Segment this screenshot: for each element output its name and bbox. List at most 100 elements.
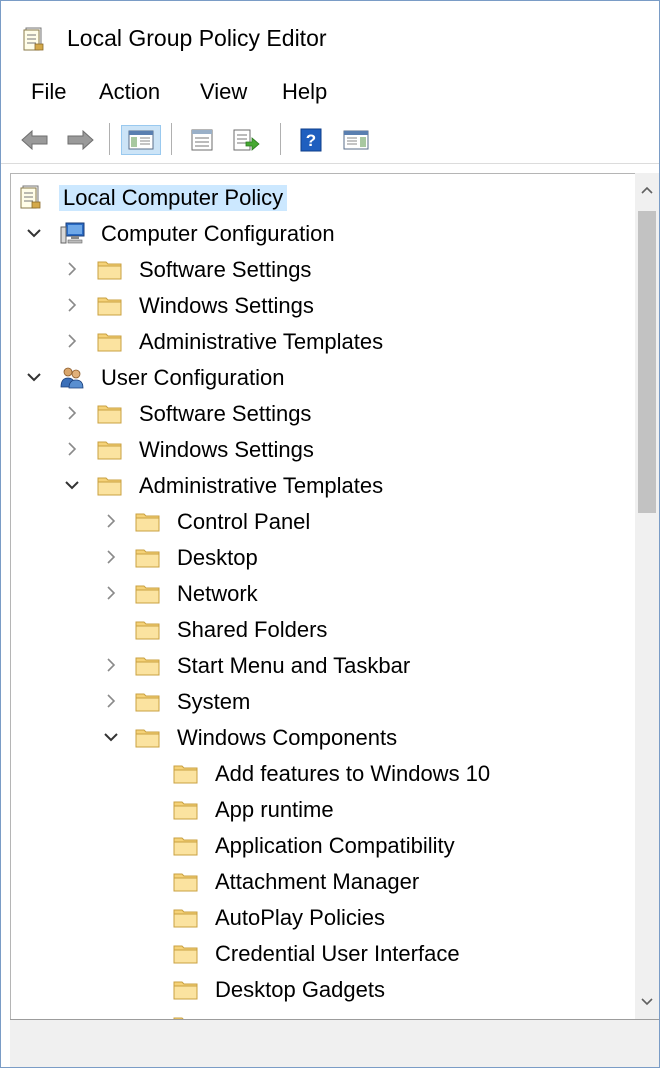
tree-node-label: Network (177, 581, 258, 606)
tree-node-label: AutoPlay Policies (215, 905, 385, 930)
action-pane-icon (343, 130, 369, 150)
menu-bar: File Action View Help (1, 75, 659, 111)
folder-icon (173, 833, 199, 857)
tree-node-shared-folders[interactable]: Shared Folders (11, 611, 631, 647)
show-hide-console-tree-button[interactable] (121, 125, 161, 155)
tree-node-uc-windows-settings[interactable]: Windows Settings (11, 431, 631, 467)
folder-icon (135, 545, 161, 569)
folder-icon (97, 329, 123, 353)
chevron-right-icon[interactable] (102, 511, 120, 531)
tree-node-network[interactable]: Network (11, 575, 631, 611)
chevron-right-icon[interactable] (102, 691, 120, 711)
tree-node-uc-administrative-templates[interactable]: Administrative Templates (11, 467, 631, 503)
tree-node-credential-user-interface[interactable]: Credential User Interface (11, 935, 631, 971)
tree-node-label: System (177, 689, 251, 714)
svg-text:?: ? (306, 131, 316, 150)
scroll-up-icon[interactable] (635, 173, 659, 207)
chevron-right-icon[interactable] (63, 295, 81, 315)
tree-node-local-computer-policy[interactable]: Local Computer Policy (11, 179, 631, 215)
tree-node-label: Software Settings (139, 401, 312, 426)
vertical-scrollbar[interactable] (635, 173, 659, 1019)
title-bar[interactable]: Local Group Policy Editor (1, 1, 659, 75)
tree-node-application-compatibility[interactable]: Application Compatibility (11, 827, 631, 863)
tree-node-label: Shared Folders (177, 617, 328, 642)
tree-node-label: Desktop (177, 545, 258, 570)
back-arrow-icon (21, 129, 48, 151)
folder-icon (173, 941, 199, 965)
menu-view[interactable]: View (198, 79, 249, 105)
console-tree[interactable]: Local Computer Policy Computer Configura… (10, 173, 659, 1020)
chevron-right-icon[interactable] (63, 403, 81, 423)
help-button[interactable]: ? (294, 125, 328, 155)
folder-icon (135, 653, 161, 677)
folder-icon (97, 437, 123, 461)
tree-node-desktop-gadgets[interactable]: Desktop Gadgets (11, 971, 631, 1007)
tree-node-label: Computer Configuration (101, 221, 335, 246)
folder-icon (97, 401, 123, 425)
toolbar-separator (171, 123, 172, 155)
chevron-down-icon[interactable] (25, 367, 43, 387)
tree-node-computer-configuration[interactable]: Computer Configuration (11, 215, 631, 251)
chevron-right-icon[interactable] (63, 439, 81, 459)
toolbar-separator (280, 123, 281, 155)
folder-icon (173, 905, 199, 929)
folder-icon (173, 869, 199, 893)
toolbar-separator (109, 123, 110, 155)
tree-node-system[interactable]: System (11, 683, 631, 719)
chevron-down-icon[interactable] (25, 223, 43, 243)
tree-node-autoplay-policies[interactable]: AutoPlay Policies (11, 899, 631, 935)
tree-node-label: Application Compatibility (215, 833, 455, 858)
menu-file[interactable]: File (29, 79, 68, 105)
tree-node-windows-components[interactable]: Windows Components (11, 719, 631, 755)
tree-node-control-panel[interactable]: Control Panel (11, 503, 631, 539)
show-hide-action-pane-button[interactable] (339, 125, 373, 155)
tree-node-label: App runtime (215, 797, 334, 822)
scroll-down-icon[interactable] (635, 985, 659, 1019)
tree-node-cc-software-settings[interactable]: Software Settings (11, 251, 631, 287)
folder-icon (97, 293, 123, 317)
tree-node-app-runtime[interactable]: App runtime (11, 791, 631, 827)
users-icon (59, 365, 85, 389)
policy-document-icon (23, 27, 45, 51)
chevron-down-icon[interactable] (63, 475, 81, 495)
properties-icon (191, 129, 213, 151)
back-button[interactable] (19, 125, 51, 155)
folder-icon (97, 257, 123, 281)
policy-document-icon (19, 185, 45, 209)
scrollbar-thumb[interactable] (638, 211, 656, 513)
export-list-button[interactable] (229, 125, 263, 155)
gpedit-window: Local Group Policy Editor File Action Vi… (0, 0, 660, 1068)
tree-node-label: Desktop Gadgets (215, 977, 385, 1002)
tree-node-user-configuration[interactable]: User Configuration (11, 359, 631, 395)
tree-node-desktop[interactable]: Desktop (11, 539, 631, 575)
chevron-right-icon[interactable] (63, 259, 81, 279)
folder-icon (135, 689, 161, 713)
computer-icon (59, 221, 85, 245)
tree-node-start-menu-and-taskbar[interactable]: Start Menu and Taskbar (11, 647, 631, 683)
tree-node-label: Software Settings (139, 257, 312, 282)
chevron-right-icon[interactable] (102, 655, 120, 675)
forward-button[interactable] (64, 125, 96, 155)
menu-action[interactable]: Action (97, 79, 162, 105)
tree-node-label: Add features to Windows 10 (215, 761, 491, 786)
chevron-right-icon[interactable] (63, 331, 81, 351)
folder-icon (135, 581, 161, 605)
menu-help[interactable]: Help (280, 79, 329, 105)
tree-node-cc-windows-settings[interactable]: Windows Settings (11, 287, 631, 323)
tree-node-add-features-to-windows-10[interactable]: Add features to Windows 10 (11, 755, 631, 791)
tree-node-uc-software-settings[interactable]: Software Settings (11, 395, 631, 431)
help-icon: ? (300, 128, 322, 152)
tree-node-cc-administrative-templates[interactable]: Administrative Templates (11, 323, 631, 359)
chevron-right-icon[interactable] (102, 583, 120, 603)
folder-icon (135, 617, 161, 641)
tree-node-label: Start Menu and Taskbar (177, 653, 411, 678)
chevron-right-icon[interactable] (102, 547, 120, 567)
forward-arrow-icon (67, 129, 94, 151)
tree-node-label: User Configuration (101, 365, 285, 390)
tree-node-attachment-manager[interactable]: Attachment Manager (11, 863, 631, 899)
tree-node-label: Local Computer Policy (59, 185, 288, 211)
tree-node-label: Windows Settings (139, 293, 314, 318)
folder-icon (135, 509, 161, 533)
properties-button[interactable] (185, 125, 219, 155)
chevron-down-icon[interactable] (102, 727, 120, 747)
